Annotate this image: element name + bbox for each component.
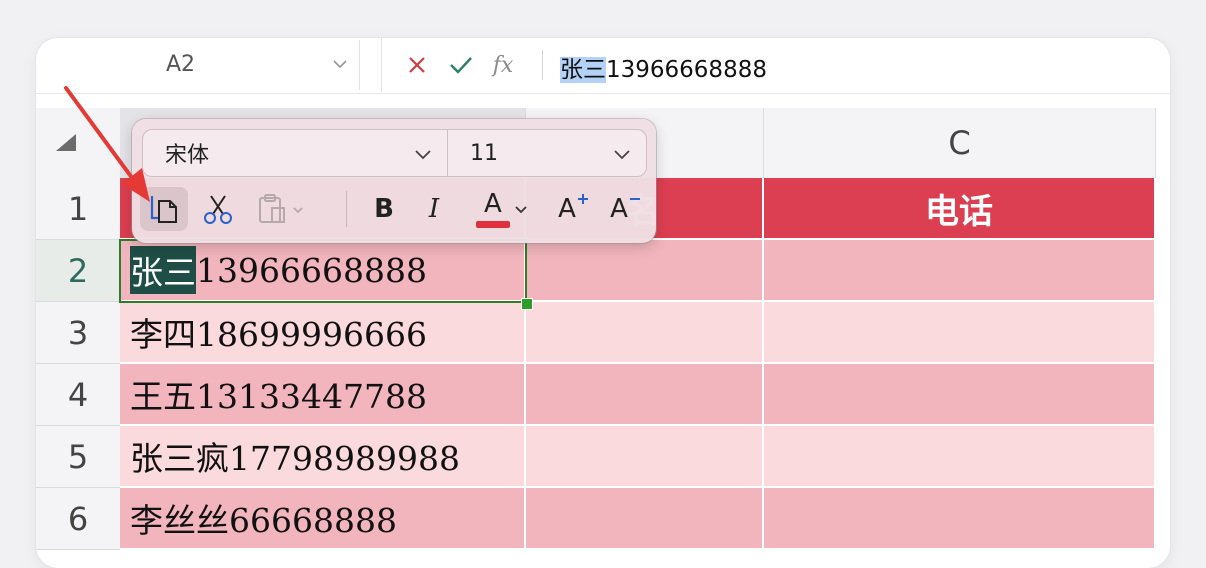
cell-c6[interactable] — [764, 488, 1156, 550]
bold-button[interactable]: B — [364, 187, 404, 231]
chevron-down-icon — [515, 206, 527, 214]
cell-c4[interactable] — [764, 364, 1156, 426]
decrease-font-letter: A — [610, 194, 628, 224]
cell-b6[interactable] — [526, 488, 764, 550]
cell-a3[interactable]: 李四18699996666 — [120, 302, 526, 364]
floating-format-toolbar: 宋体 11 B I A A A — [132, 119, 656, 243]
toolbar-separator — [346, 191, 347, 227]
paste-button[interactable] — [250, 187, 314, 231]
cut-button[interactable] — [194, 187, 242, 231]
formula-separator — [542, 50, 543, 80]
chevron-down-icon — [415, 150, 431, 160]
decrease-font-size-button[interactable]: A — [604, 187, 648, 231]
font-size-select[interactable]: 11 — [447, 129, 647, 177]
font-color-button[interactable]: A — [466, 187, 536, 231]
formula-rest-text: 13966668888 — [606, 57, 767, 83]
font-color-swatch — [476, 221, 510, 228]
row-header-5[interactable]: 5 — [36, 426, 120, 488]
cancel-icon[interactable] — [404, 52, 430, 78]
cell-b5[interactable] — [526, 426, 764, 488]
row-header-3[interactable]: 3 — [36, 302, 120, 364]
cell-c1[interactable]: 电话 — [764, 178, 1156, 240]
font-color-letter: A — [484, 189, 502, 219]
confirm-icon[interactable] — [448, 52, 474, 78]
fill-handle[interactable] — [521, 298, 533, 310]
paste-icon — [259, 194, 303, 223]
row-header-4[interactable]: 4 — [36, 364, 120, 426]
column-header-c[interactable]: C — [764, 108, 1156, 178]
row-header-6[interactable]: 6 — [36, 488, 120, 550]
cell-a2-rest-text: 13966668888 — [196, 250, 427, 290]
formula-input[interactable]: 张三13966668888 — [560, 50, 767, 84]
italic-button[interactable]: I — [414, 187, 454, 231]
cell-a4[interactable]: 王五13133447788 — [120, 364, 526, 426]
cell-b3[interactable] — [526, 302, 764, 364]
divider — [36, 93, 1170, 94]
minus-icon — [629, 198, 640, 200]
cell-c3[interactable] — [764, 302, 1156, 364]
cell-a6[interactable]: 李丝丝66668888 — [120, 488, 526, 550]
chevron-down-icon — [614, 150, 630, 160]
cell-a2[interactable]: 张三 13966668888 — [120, 240, 526, 302]
plus-icon — [577, 194, 588, 204]
cell-b4[interactable] — [526, 364, 764, 426]
increase-font-letter: A — [558, 194, 576, 224]
font-size-value: 11 — [470, 140, 498, 166]
formula-selected-text: 张三 — [560, 57, 606, 83]
cell-b2[interactable] — [526, 240, 764, 302]
chevron-down-icon[interactable] — [330, 54, 350, 74]
cell-c2[interactable] — [764, 240, 1156, 302]
spreadsheet-window: A2 fx 张三13966668888 C 1 名 电话 2 — [36, 38, 1170, 568]
row-header-2[interactable]: 2 — [36, 240, 120, 302]
formula-bar: fx 张三13966668888 — [381, 38, 1170, 92]
cell-a2-selected-text: 张三 — [130, 246, 196, 294]
annotation-arrow-icon — [64, 86, 150, 202]
cell-a5[interactable]: 张三疯17798989988 — [120, 426, 526, 488]
cell-c5[interactable] — [764, 426, 1156, 488]
scissors-icon — [204, 195, 232, 224]
increase-font-size-button[interactable]: A — [552, 187, 596, 231]
insert-function-button[interactable]: fx — [490, 52, 516, 78]
